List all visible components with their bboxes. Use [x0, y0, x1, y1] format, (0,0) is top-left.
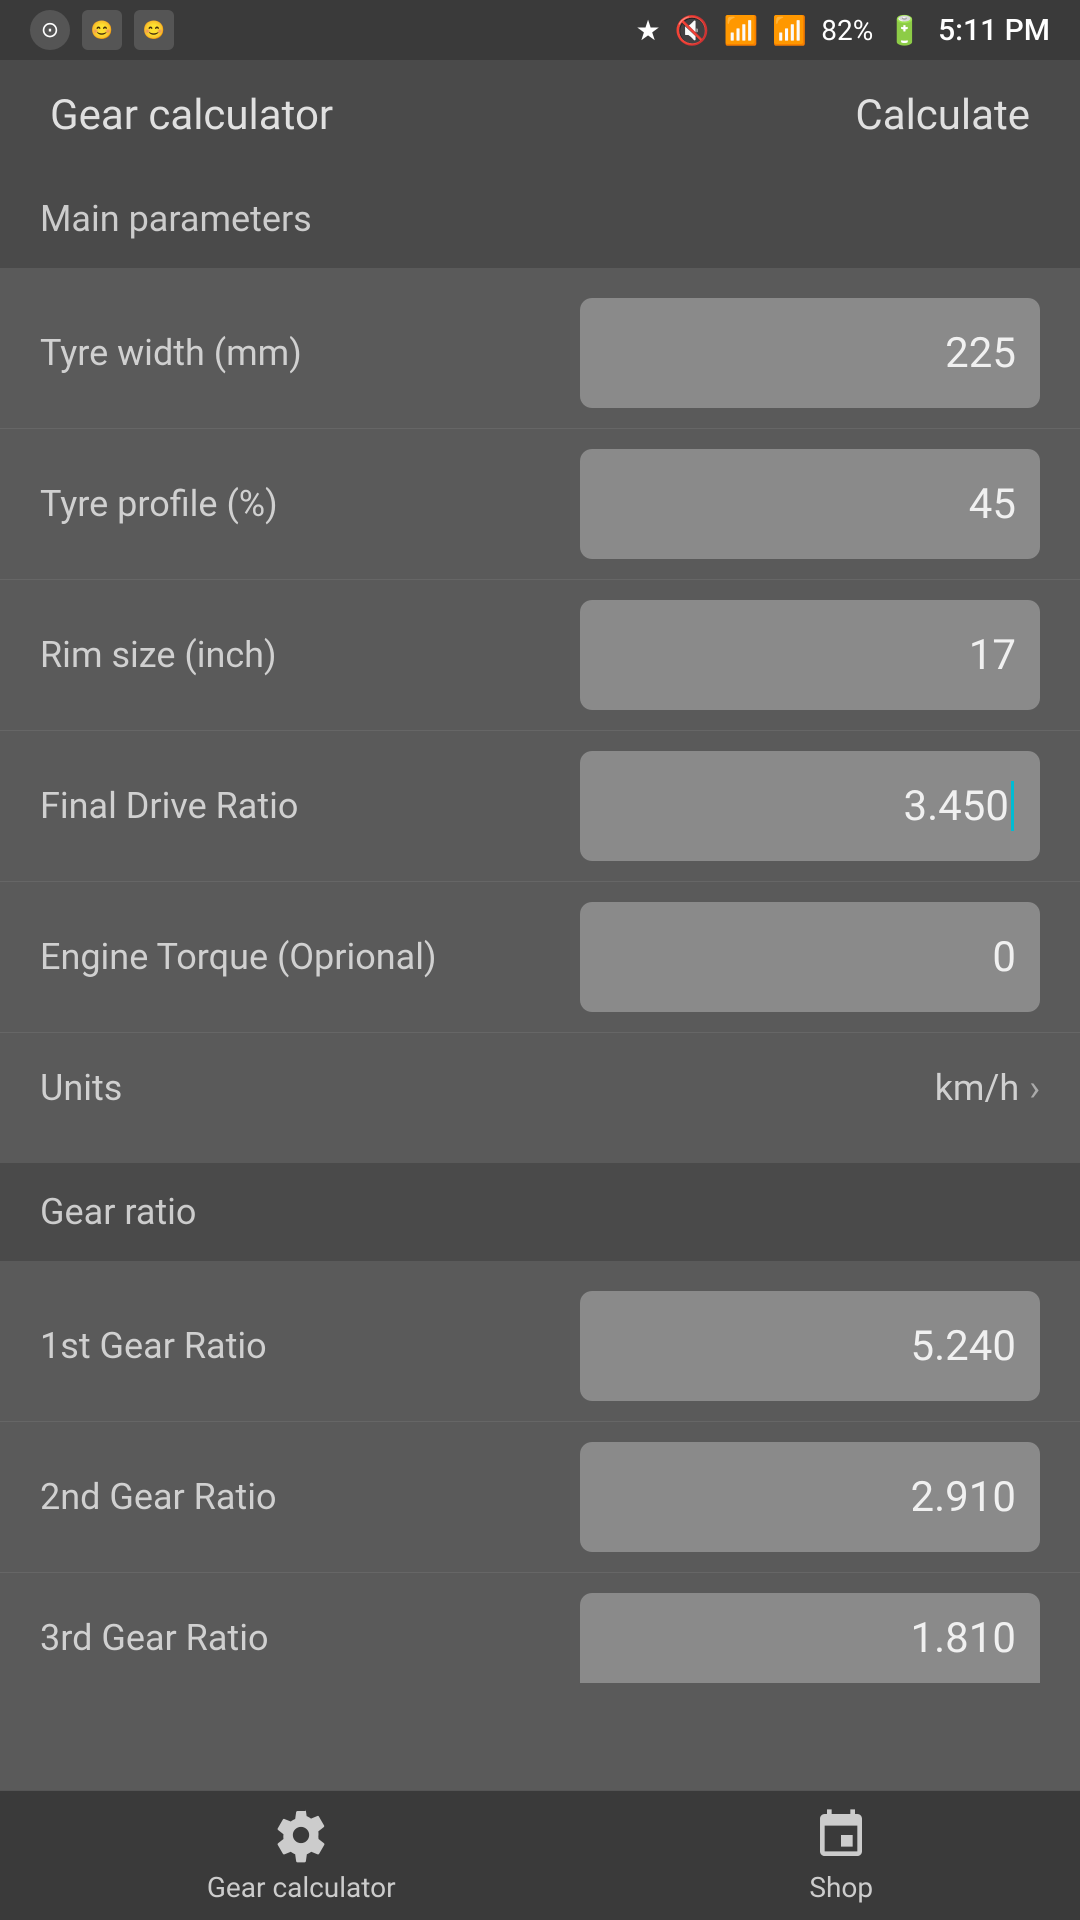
- gear-ratio-label: Gear ratio: [40, 1191, 196, 1233]
- gear-3-row: 3rd Gear Ratio 1.810: [0, 1573, 1080, 1703]
- tyre-profile-value: 45: [969, 480, 1016, 529]
- final-drive-ratio-value: 3.450: [904, 782, 1010, 831]
- tyre-profile-input[interactable]: 45: [580, 449, 1040, 559]
- engine-torque-label: Engine Torque (Oprional): [40, 936, 580, 978]
- calculate-button[interactable]: Calculate: [855, 91, 1030, 140]
- final-drive-ratio-label: Final Drive Ratio: [40, 785, 580, 827]
- gear-ratio-section-header: Gear ratio: [0, 1163, 1080, 1261]
- gear-1-label: 1st Gear Ratio: [40, 1325, 580, 1367]
- battery-label: 82%: [821, 14, 873, 47]
- tyre-width-label: Tyre width (mm): [40, 332, 580, 374]
- main-parameters-label: Main parameters: [40, 198, 312, 240]
- final-drive-ratio-row: Final Drive Ratio 3.450: [0, 731, 1080, 881]
- chevron-right-icon: ›: [1029, 1067, 1040, 1109]
- top-bar: Gear calculator Calculate: [0, 60, 1080, 170]
- status-bar: ⊙ 😊 😊 ★ 🔇 📶 📶 82% 🔋 5:11 PM: [0, 0, 1080, 60]
- gear-1-row: 1st Gear Ratio 5.240: [0, 1271, 1080, 1421]
- gear-calculator-icon: [273, 1807, 329, 1863]
- gear-calculator-tab-label: Gear calculator: [207, 1871, 396, 1904]
- main-parameters-section-header: Main parameters: [0, 170, 1080, 268]
- gear-2-value: 2.910: [911, 1473, 1017, 1522]
- app-title: Gear calculator: [50, 91, 333, 140]
- tyre-width-row: Tyre width (mm) 225: [0, 278, 1080, 428]
- text-cursor: [1011, 781, 1014, 831]
- tyre-profile-label: Tyre profile (%): [40, 483, 580, 525]
- app-icon-3: 😊: [134, 10, 174, 50]
- gear-ratio-content: 1st Gear Ratio 5.240 2nd Gear Ratio 2.91…: [0, 1261, 1080, 1713]
- units-label: Units: [40, 1067, 122, 1109]
- shop-tab[interactable]: Shop: [809, 1807, 873, 1904]
- bottom-tab-bar: Gear calculator Shop: [0, 1790, 1080, 1920]
- gear-2-row: 2nd Gear Ratio 2.910: [0, 1422, 1080, 1572]
- final-drive-ratio-input[interactable]: 3.450: [580, 751, 1040, 861]
- units-value-text: km/h: [935, 1067, 1020, 1109]
- gear-calculator-tab[interactable]: Gear calculator: [207, 1807, 396, 1904]
- tyre-width-value: 225: [945, 329, 1016, 378]
- wifi-icon: 📶: [723, 14, 758, 47]
- mute-icon: 🔇: [675, 14, 710, 47]
- gear-3-label: 3rd Gear Ratio: [40, 1617, 580, 1659]
- status-icons-right: ★ 🔇 📶 📶 82% 🔋: [636, 14, 923, 47]
- gear-2-label: 2nd Gear Ratio: [40, 1476, 580, 1518]
- bluetooth-icon: ★: [636, 14, 661, 47]
- engine-torque-input[interactable]: 0: [580, 902, 1040, 1012]
- engine-torque-row: Engine Torque (Oprional) 0: [0, 882, 1080, 1032]
- gear-3-input[interactable]: 1.810: [580, 1593, 1040, 1683]
- units-value-container[interactable]: km/h ›: [935, 1067, 1040, 1109]
- tyre-profile-row: Tyre profile (%) 45: [0, 429, 1080, 579]
- gear-1-input[interactable]: 5.240: [580, 1291, 1040, 1401]
- rim-size-value: 17: [969, 631, 1016, 680]
- status-time: 5:11 PM: [938, 13, 1050, 48]
- status-left-icons: ⊙ 😊 😊: [30, 10, 174, 50]
- shop-icon: [813, 1807, 869, 1863]
- battery-icon: 🔋: [887, 14, 922, 47]
- rim-size-label: Rim size (inch): [40, 634, 580, 676]
- units-row[interactable]: Units km/h ›: [0, 1033, 1080, 1143]
- rim-size-input[interactable]: 17: [580, 600, 1040, 710]
- engine-torque-value: 0: [992, 933, 1016, 982]
- rim-size-row: Rim size (inch) 17: [0, 580, 1080, 730]
- app-icon-1: ⊙: [30, 10, 70, 50]
- gear-3-value: 1.810: [911, 1614, 1017, 1663]
- gear-2-input[interactable]: 2.910: [580, 1442, 1040, 1552]
- gear-1-value: 5.240: [911, 1322, 1017, 1371]
- tyre-width-input[interactable]: 225: [580, 298, 1040, 408]
- shop-tab-label: Shop: [809, 1871, 873, 1904]
- main-parameters-content: Tyre width (mm) 225 Tyre profile (%) 45 …: [0, 268, 1080, 1153]
- app-icon-2: 😊: [82, 10, 122, 50]
- signal-icon: 📶: [772, 14, 807, 47]
